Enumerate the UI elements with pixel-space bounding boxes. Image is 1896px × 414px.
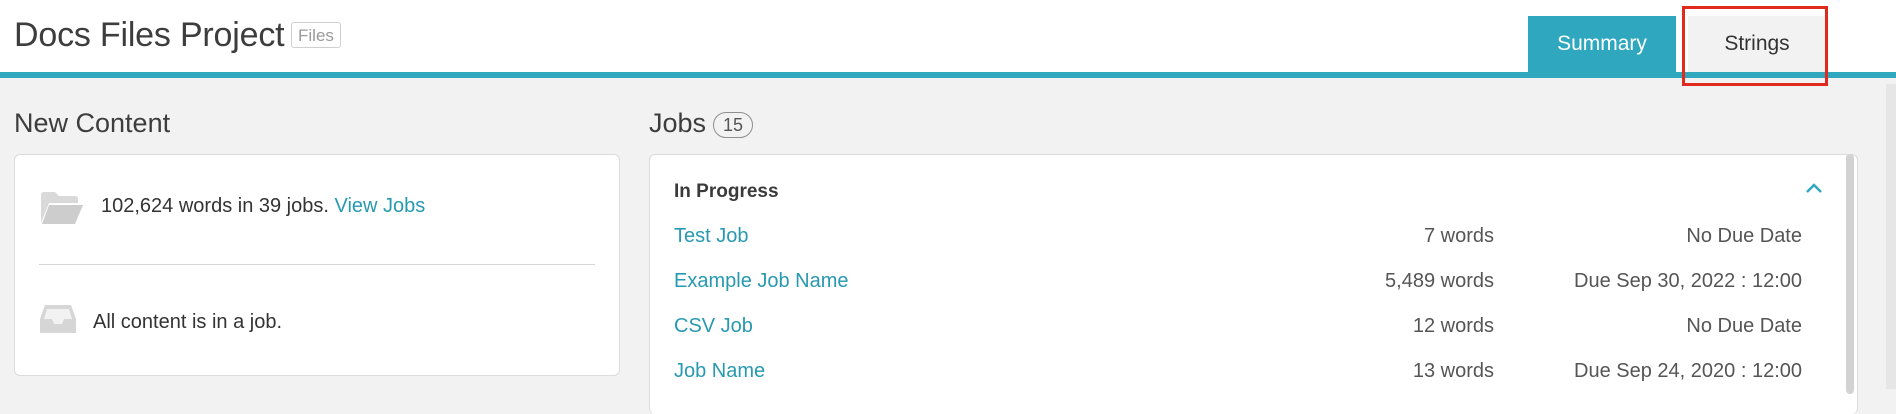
view-jobs-link[interactable]: View Jobs xyxy=(335,195,426,217)
job-word-count: 7 words xyxy=(1423,225,1494,247)
job-row: Example Job Name 5,489 words Due Sep 30,… xyxy=(650,270,1830,300)
job-due-date: No Due Date xyxy=(1686,315,1802,337)
jobs-title: Jobs xyxy=(649,108,707,138)
jobs-card: In Progress Test Job 7 words No Due Date… xyxy=(649,154,1858,414)
job-due-date: No Due Date xyxy=(1686,225,1802,247)
content-divider xyxy=(39,264,595,265)
strings-tab-highlight xyxy=(1682,6,1828,86)
job-due-date: Due Sep 24, 2020 : 12:00 xyxy=(1574,360,1802,382)
group-title-in-progress: In Progress xyxy=(674,181,779,202)
job-word-count: 13 words xyxy=(1412,360,1494,382)
folder-open-icon xyxy=(39,189,85,232)
word-count-text: 102,624 words in 39 jobs. xyxy=(101,195,329,217)
job-word-count: 12 words xyxy=(1412,315,1494,337)
page-title: Docs Files Project xyxy=(14,16,285,54)
all-content-status: All content is in a job. xyxy=(93,311,282,333)
tab-summary[interactable]: Summary xyxy=(1528,16,1676,72)
job-row: CSV Job 12 words No Due Date xyxy=(650,315,1830,345)
page-scrollbar-track[interactable] xyxy=(1886,84,1896,389)
job-name-link[interactable]: CSV Job xyxy=(674,315,753,338)
job-due-date: Due Sep 30, 2022 : 12:00 xyxy=(1574,270,1802,292)
new-content-summary: 102,624 words in 39 jobs. View Jobs xyxy=(101,195,425,218)
job-name-link[interactable]: Example Job Name xyxy=(674,270,849,293)
new-content-title: New Content xyxy=(14,108,171,138)
inbox-tray-icon xyxy=(39,303,77,340)
job-name-link[interactable]: Test Job xyxy=(674,225,748,248)
jobs-count-badge: 15 xyxy=(713,112,754,138)
chevron-up-icon[interactable] xyxy=(1805,181,1823,199)
job-name-link[interactable]: Job Name xyxy=(674,360,765,383)
job-row: Test Job 7 words No Due Date xyxy=(650,225,1830,255)
new-content-card: 102,624 words in 39 jobs. View Jobs All … xyxy=(14,154,620,376)
job-row: Job Name 13 words Due Sep 24, 2020 : 12:… xyxy=(650,360,1830,390)
job-word-count: 5,489 words xyxy=(1385,270,1494,292)
jobs-scrollbar[interactable] xyxy=(1846,154,1854,394)
project-type-badge: Files xyxy=(291,22,341,48)
